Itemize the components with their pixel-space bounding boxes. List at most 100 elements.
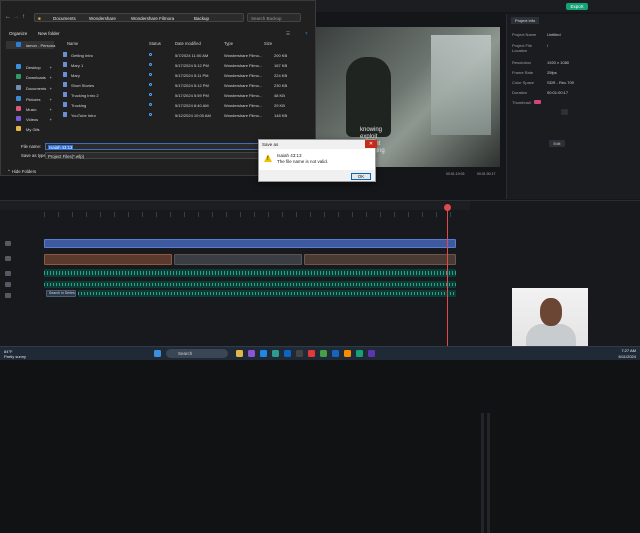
system-clock[interactable]: 7:27 AM 6/11/2024 (596, 348, 637, 359)
address-bar[interactable]: ■ Documents Wondershare Wondershare Film… (34, 13, 244, 22)
timeline-playhead[interactable] (447, 206, 448, 346)
up-arrow-icon[interactable]: ↑ (22, 14, 25, 20)
nav-item-onedrive[interactable]: lamon - Persona (6, 41, 56, 49)
sync-status-icon (149, 93, 152, 96)
file-row[interactable]: YouTube Intro 5/12/2024 10:00 AM Wonders… (59, 111, 309, 119)
linkedin-icon[interactable] (284, 350, 291, 357)
file-name: Short Stories (71, 82, 95, 88)
audio-track-icon[interactable] (5, 271, 11, 276)
filmora-project-icon (63, 112, 67, 117)
audio-track-icon[interactable] (5, 282, 11, 287)
audio-clip[interactable] (44, 281, 456, 288)
file-row[interactable]: Short Stories 5/17/2024 5:12 PM Wondersh… (59, 81, 309, 89)
nav-item-music[interactable]: Music ✦ (6, 105, 54, 113)
audio-waveform (44, 271, 456, 275)
file-date: 5/12/2024 10:00 AM (175, 112, 211, 118)
help-icon[interactable]: ? (305, 31, 308, 36)
column-header-size[interactable]: Size (264, 41, 272, 46)
video-clip[interactable] (44, 254, 172, 265)
edge-icon[interactable] (260, 350, 267, 357)
hide-folders-toggle[interactable]: ⌃ Hide Folders (7, 169, 36, 175)
nav-item-my-gifs[interactable]: My Gifs (6, 125, 54, 133)
audio-waveform (78, 292, 456, 295)
playhead-handle[interactable] (444, 204, 451, 211)
pin-icon: ✦ (49, 96, 53, 102)
column-header-name[interactable]: Name (67, 41, 78, 46)
prop-label: Duration (512, 90, 528, 95)
desktop-icon (16, 64, 21, 69)
settings-icon[interactable] (296, 350, 303, 357)
preview-person-silhouette (346, 57, 391, 137)
windows-start-icon[interactable] (154, 350, 161, 357)
nav-item-label: lamon - Persona (26, 42, 56, 48)
file-row[interactable]: Trucking 5/17/2024 8:40 AM Wondershare F… (59, 101, 309, 109)
new-folder-button[interactable]: New folder (38, 31, 60, 36)
app-icon[interactable] (248, 350, 255, 357)
nav-item-documents[interactable]: Documents ✦ (6, 84, 54, 92)
close-icon[interactable]: ✕ (365, 140, 377, 148)
video-clip[interactable] (174, 254, 302, 265)
prop-label: Frame Rate (512, 70, 534, 75)
file-name-label: File name: (21, 144, 42, 149)
text-clip[interactable]: Search in Series (46, 290, 76, 297)
video-track-icon[interactable] (5, 241, 11, 246)
file-row[interactable]: Trucking Intro 2 5/17/2024 5:59 PM Wonde… (59, 91, 309, 99)
breadcrumb-documents[interactable]: Documents (53, 16, 76, 21)
app-icon[interactable] (272, 350, 279, 357)
back-arrow-icon[interactable]: ← (5, 14, 11, 20)
pin-icon: ✦ (49, 64, 53, 70)
app-icon[interactable] (368, 350, 375, 357)
app-icon[interactable] (308, 350, 315, 357)
view-options-icon[interactable]: ☰ (286, 31, 290, 37)
nav-item-downloads[interactable]: Downloads ✦ (6, 73, 54, 81)
file-type: Wondershare Filmo... (224, 112, 263, 118)
project-info-panel: Project Info Project Name Untitled Proje… (506, 14, 640, 199)
audio-clip[interactable] (78, 290, 456, 297)
column-header-type[interactable]: Type (224, 41, 233, 46)
file-type: Wondershare Filmo... (224, 92, 263, 98)
filmora-project-icon (63, 72, 67, 77)
breadcrumb-backup[interactable]: Backup (194, 16, 209, 21)
app-icon[interactable] (320, 350, 327, 357)
weather-widget[interactable]: 84°F Partly sunny (4, 349, 26, 359)
tab-project-info[interactable]: Project Info (511, 17, 540, 24)
forward-arrow-icon[interactable]: → (13, 14, 19, 20)
organize-menu[interactable]: Organize (9, 31, 27, 36)
nav-item-videos[interactable]: Videos ✦ (6, 115, 54, 123)
audio-clip[interactable] (44, 269, 456, 277)
app-icon[interactable] (344, 350, 351, 357)
file-name: Getting Intro (71, 52, 94, 58)
cloud-icon (16, 42, 21, 47)
video-track-icon[interactable] (5, 256, 11, 261)
audio-track-1 (44, 269, 456, 277)
nav-item-pictures[interactable]: Pictures ✦ (6, 95, 54, 103)
alert-body: ! Isaiah 43:13 The file name is not vali… (259, 149, 375, 170)
column-header-status[interactable]: Status (149, 41, 161, 46)
column-header-date[interactable]: Date modified (175, 41, 201, 46)
search-backup-input[interactable]: Search Backup (247, 13, 301, 22)
timeline-ruler[interactable] (44, 212, 464, 217)
file-row[interactable]: Getting Intro 5/7/2024 11:00 AM Wondersh… (59, 51, 309, 59)
breadcrumb-filmora[interactable]: Wondershare Filmora (131, 16, 174, 21)
edit-button[interactable]: Edit (549, 140, 565, 147)
file-row[interactable]: Mary 5/17/2024 5:11 PM Wondershare Filmo… (59, 71, 309, 79)
thumbnail-preview[interactable] (561, 109, 568, 115)
prop-value: Untitled (547, 32, 561, 37)
export-button[interactable]: Export (566, 3, 588, 10)
text-track-icon[interactable] (5, 293, 11, 298)
windows-taskbar: 84°F Partly sunny Search 7:27 AM 6/11/20… (0, 346, 640, 360)
filmora-project-icon (63, 102, 67, 107)
video-clip[interactable] (44, 239, 456, 248)
nav-item-desktop[interactable]: Desktop ✦ (6, 63, 54, 71)
breadcrumb-wondershare[interactable]: Wondershare (89, 16, 116, 21)
file-explorer-icon[interactable] (236, 350, 243, 357)
filmora-app-icon[interactable] (356, 350, 363, 357)
alert-filename: Isaiah 43:13 (277, 153, 302, 158)
video-clip[interactable] (304, 254, 456, 265)
meter-right (487, 413, 490, 533)
taskbar-search[interactable]: Search (166, 349, 228, 358)
app-icon[interactable] (332, 350, 339, 357)
file-row[interactable]: Mary 1 5/17/2024 5:12 PM Wondershare Fil… (59, 61, 309, 69)
ok-button[interactable]: OK (351, 173, 371, 180)
sync-status-icon (149, 103, 152, 106)
